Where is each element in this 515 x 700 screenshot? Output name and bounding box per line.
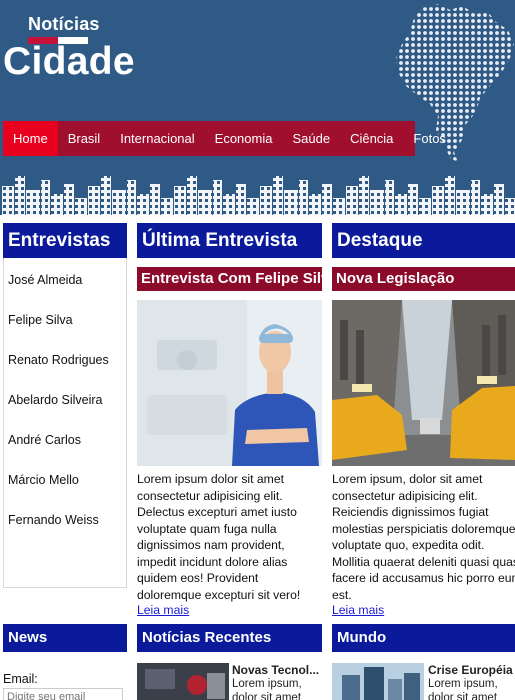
nav-ciencia[interactable]: Ciência bbox=[340, 121, 403, 156]
interview-item[interactable]: Fernando Weiss bbox=[4, 500, 126, 540]
recent-news-item-title: Novas Tecnol... bbox=[232, 663, 320, 677]
world-news-item[interactable]: Crise Européia Lorem ipsum, dolor sit am… bbox=[332, 663, 515, 700]
interview-item[interactable]: André Carlos bbox=[4, 420, 126, 460]
interviews-column: Entrevistas José Almeida Felipe Silva Re… bbox=[3, 223, 127, 588]
main-nav: Home Brasil Internacional Economia Saúde… bbox=[3, 121, 446, 156]
interview-item[interactable]: Abelardo Silveira bbox=[4, 380, 126, 420]
world-news-item-text: Lorem ipsum, dolor sit amet bbox=[428, 678, 498, 700]
email-input[interactable] bbox=[3, 688, 123, 700]
city-skyline-icon bbox=[2, 176, 515, 215]
interview-item[interactable]: Felipe Silva bbox=[4, 300, 126, 340]
recent-news-section: Notícias Recentes Novas Tecnol... Lorem … bbox=[137, 624, 322, 700]
newsletter-section: News Email: bbox=[3, 624, 127, 700]
interviews-list: José Almeida Felipe Silva Renato Rodrigu… bbox=[3, 258, 127, 588]
city-taxi-photo bbox=[332, 300, 515, 466]
nav-brasil[interactable]: Brasil bbox=[58, 121, 111, 156]
city-buildings-thumbnail bbox=[332, 663, 424, 700]
highlight-column: Destaque Nova Legislação Lorem ipsum, do… bbox=[332, 223, 515, 617]
world-section: Mundo Crise Européia Lorem ipsum, dolor … bbox=[332, 624, 515, 700]
interview-item[interactable]: Márcio Mello bbox=[4, 460, 126, 500]
highlight-text: Lorem ipsum, dolor sit amet consectetur … bbox=[332, 472, 515, 602]
latest-interview-column: Última Entrevista Entrevista Com Felipe … bbox=[137, 223, 322, 617]
recent-news-item[interactable]: Novas Tecnol... Lorem ipsum, dolor sit a… bbox=[137, 663, 322, 700]
interviews-title: Entrevistas bbox=[3, 223, 127, 258]
nav-internacional[interactable]: Internacional bbox=[110, 121, 204, 156]
recent-news-item-text: Lorem ipsum, dolor sit amet bbox=[232, 678, 302, 700]
nav-economia[interactable]: Economia bbox=[205, 121, 283, 156]
newsletter-title: News bbox=[3, 624, 127, 652]
world-title: Mundo bbox=[332, 624, 515, 652]
logo-title[interactable]: Cidade bbox=[3, 40, 135, 84]
nav-saude[interactable]: Saúde bbox=[282, 121, 340, 156]
nav-home[interactable]: Home bbox=[3, 121, 58, 156]
highlight-subtitle[interactable]: Nova Legislação bbox=[332, 267, 515, 291]
latest-interview-read-more-link[interactable]: Leia mais bbox=[137, 603, 322, 617]
recent-news-title: Notícias Recentes bbox=[137, 624, 322, 652]
nav-fotos[interactable]: Fotos bbox=[403, 121, 456, 156]
world-news-item-title: Crise Européia bbox=[428, 663, 513, 677]
interview-item[interactable]: José Almeida bbox=[4, 260, 126, 300]
tech-thumbnail bbox=[137, 663, 229, 700]
highlight-title: Destaque bbox=[332, 223, 515, 258]
logo-subtitle: Notícias bbox=[28, 14, 100, 34]
site-header: Notícias Cidade Home Brasil Internaciona… bbox=[0, 0, 515, 215]
latest-interview-text: Lorem ipsum dolor sit amet consectetur a… bbox=[137, 472, 301, 602]
email-label: Email: bbox=[3, 672, 38, 686]
interview-item[interactable]: Renato Rodrigues bbox=[4, 340, 126, 380]
highlight-read-more-link[interactable]: Leia mais bbox=[332, 603, 515, 617]
doctor-photo bbox=[137, 300, 322, 466]
latest-interview-subtitle[interactable]: Entrevista Com Felipe Silva bbox=[137, 267, 322, 291]
latest-interview-title: Última Entrevista bbox=[137, 223, 322, 258]
